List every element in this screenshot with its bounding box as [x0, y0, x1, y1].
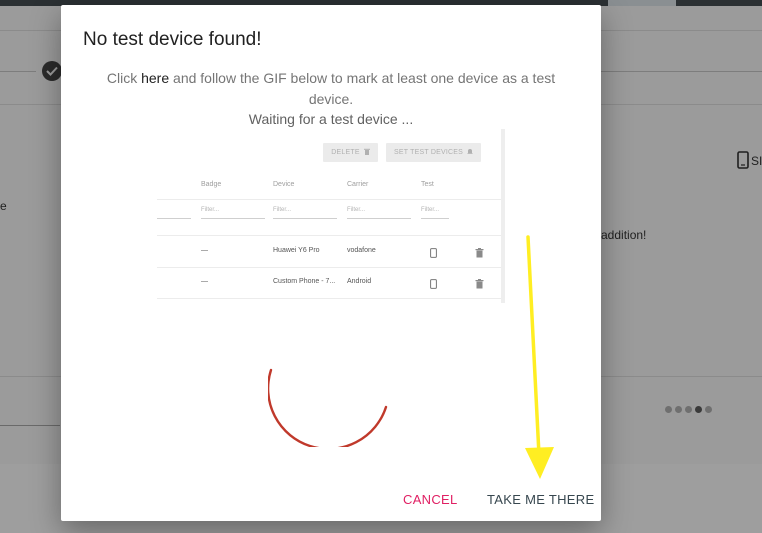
gif-filter-test: Filter...: [421, 207, 449, 219]
message-prefix: Click: [106, 70, 142, 86]
dialog-message: Click here and follow the GIF below to m…: [91, 68, 571, 110]
gif-filter-carrier: Filter...: [347, 207, 411, 219]
gif-col-badge: Badge: [201, 181, 222, 188]
gif-col-carrier: Carrier: [347, 181, 369, 188]
stepper-line: [0, 71, 36, 72]
footer-line: [0, 425, 60, 426]
trash-icon: [475, 276, 484, 294]
gif-set-test-devices-label: SET TEST DEVICES: [394, 149, 463, 156]
cancel-button[interactable]: CANCEL: [397, 488, 464, 511]
gif-row1-badge: —: [201, 247, 208, 254]
gif-col-device: Device: [273, 181, 295, 188]
gif-col-test: Test: [421, 181, 434, 188]
no-test-device-dialog: No test device found! Click here and fol…: [61, 5, 601, 521]
gif-row2-carrier: Android: [347, 278, 372, 285]
loading-spinner-icon: [266, 367, 388, 452]
gif-delete-button: DELETE: [323, 143, 378, 162]
gif-row1-device: Huawei Y6 Pro: [273, 247, 320, 254]
message-suffix: and follow the GIF below to mark at leas…: [169, 70, 556, 107]
gif-separator: [157, 199, 501, 200]
pagination-dots: [665, 406, 712, 413]
background-label-right: SI: [751, 154, 762, 168]
gif-separator: [157, 298, 501, 299]
stepper-line: [600, 71, 762, 72]
phone-icon: [737, 151, 749, 174]
gif-filter-badge: Filter...: [201, 207, 265, 219]
trash-icon: [363, 148, 370, 157]
here-link[interactable]: here: [141, 70, 169, 86]
gif-filter-device: Filter...: [273, 207, 337, 219]
gif-scrollbar: [501, 129, 505, 303]
gif-row1-carrier: vodafone: [347, 247, 376, 254]
gif-filter-blank: [157, 207, 191, 219]
gif-separator: [157, 235, 501, 236]
dialog-title: No test device found!: [83, 29, 262, 50]
phone-icon: [430, 245, 437, 263]
take-me-there-button[interactable]: TAKE ME THERE: [481, 488, 600, 511]
gif-delete-label: DELETE: [331, 149, 360, 156]
trash-icon: [475, 245, 484, 263]
gif-separator: [157, 267, 501, 268]
arrow-down-icon: [523, 235, 555, 486]
phone-icon: [430, 276, 437, 294]
gif-row2-device: Custom Phone - 7...: [273, 278, 336, 285]
check-circle-icon: [42, 61, 62, 81]
gif-set-test-devices-button: SET TEST DEVICES: [386, 143, 481, 162]
tutorial-gif-preview: DELETE SET TEST DEVICES Badge Device Car…: [157, 129, 505, 303]
bell-icon: [467, 148, 473, 157]
background-text-right: addition!: [601, 228, 647, 242]
waiting-text: Waiting for a test device ...: [248, 111, 414, 127]
background-text-left: e: [0, 199, 7, 213]
gif-row2-badge: —: [201, 278, 208, 285]
